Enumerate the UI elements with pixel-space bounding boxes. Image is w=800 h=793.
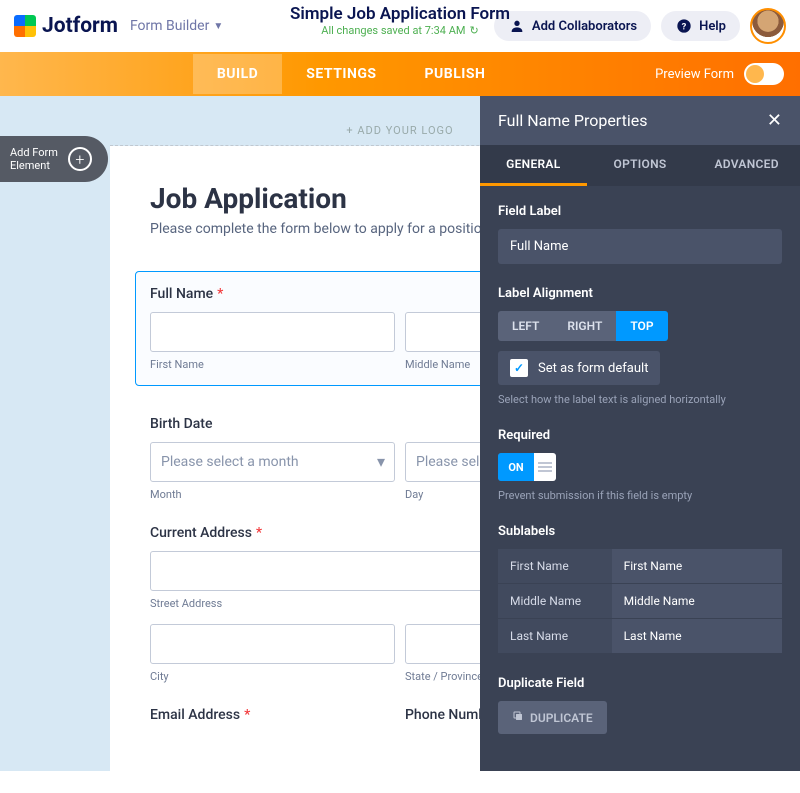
first-name-input[interactable] [150, 312, 395, 352]
add-collaborators-button[interactable]: Add Collaborators [494, 11, 651, 41]
main-tabs: BUILD SETTINGS PUBLISH [193, 54, 510, 94]
ptab-general[interactable]: GENERAL [480, 145, 587, 186]
save-status: All changes saved at 7:34 AM ↻ [290, 24, 510, 37]
main-tab-bar: BUILD SETTINGS PUBLISH Preview Form [0, 52, 800, 96]
duplicate-icon [512, 710, 524, 725]
history-icon[interactable]: ↻ [469, 24, 478, 37]
section-sublabels: Sublabels First Name Middle Name Last Na… [498, 524, 782, 654]
add-form-element-button[interactable]: Add Form Element + [0, 136, 108, 182]
required-hint: Prevent submission if this field is empt… [498, 489, 782, 502]
align-right-button[interactable]: RIGHT [553, 311, 616, 341]
required-star: * [256, 525, 262, 541]
field-label: Email Address* [150, 707, 395, 723]
sublabel-row: Middle Name [498, 584, 782, 619]
sublabel-month: Month [150, 488, 395, 501]
tab-build[interactable]: BUILD [193, 54, 282, 94]
toggle-grip-icon [534, 453, 556, 481]
sublabel-input-middle[interactable] [624, 594, 770, 608]
preview-form-toggle[interactable]: Preview Form [655, 63, 800, 85]
field-email[interactable]: Email Address* [150, 707, 395, 733]
align-top-button[interactable]: TOP [616, 311, 667, 341]
section-required: Required ON Prevent submission if this f… [498, 428, 782, 502]
sublabel-first-name: First Name [150, 358, 395, 371]
form-builder-dropdown[interactable]: Form Builder ▼ [130, 18, 223, 34]
header-center: Simple Job Application Form All changes … [290, 4, 510, 37]
tab-publish[interactable]: PUBLISH [401, 54, 510, 94]
ptab-options[interactable]: OPTIONS [587, 145, 694, 186]
sublabel-input-first[interactable] [624, 559, 770, 573]
sublabels-table: First Name Middle Name Last Name [498, 549, 782, 654]
properties-title: Full Name Properties [498, 111, 647, 130]
brand-text: Jotform [42, 14, 118, 38]
properties-body: Field Label Label Alignment LEFT RIGHT T… [480, 186, 800, 771]
section-label-alignment: Label Alignment LEFT RIGHT TOP Set as fo… [498, 286, 782, 406]
help-button[interactable]: ? Help [661, 11, 740, 41]
toggle-switch[interactable] [744, 63, 784, 85]
sublabel-row: First Name [498, 549, 782, 584]
jotform-icon [14, 15, 36, 37]
section-duplicate: Duplicate Field DUPLICATE [498, 676, 782, 734]
alignment-segmented: LEFT RIGHT TOP [498, 311, 782, 341]
top-right-actions: Add Collaborators ? Help [494, 8, 786, 44]
chevron-down-icon: ▼ [213, 21, 223, 32]
properties-tabs: GENERAL OPTIONS ADVANCED [480, 145, 800, 186]
section-field-label: Field Label [498, 204, 782, 264]
align-left-button[interactable]: LEFT [498, 311, 553, 341]
field-label-input[interactable] [498, 229, 782, 264]
duplicate-button[interactable]: DUPLICATE [498, 701, 607, 734]
properties-header: Full Name Properties ✕ [480, 96, 800, 145]
tab-settings[interactable]: SETTINGS [282, 54, 400, 94]
preview-label: Preview Form [655, 67, 734, 82]
alignment-hint: Select how the label text is aligned hor… [498, 393, 782, 406]
set-default-checkbox-row[interactable]: Set as form default [498, 351, 660, 385]
required-star: * [217, 286, 223, 302]
sublabel-city: City [150, 670, 395, 683]
question-icon: ? [675, 17, 693, 35]
canvas: Add Form Element + + ADD YOUR LOGO Job A… [0, 96, 800, 771]
form-title[interactable]: Simple Job Application Form [290, 4, 510, 24]
sublabel-input-last[interactable] [624, 629, 770, 643]
avatar[interactable] [750, 8, 786, 44]
required-toggle[interactable]: ON [498, 453, 556, 481]
svg-text:?: ? [682, 21, 687, 32]
checkbox-icon [510, 359, 528, 377]
month-select[interactable]: Please select a month [150, 442, 395, 482]
sublabel-row: Last Name [498, 619, 782, 654]
properties-panel: Full Name Properties ✕ GENERAL OPTIONS A… [480, 96, 800, 771]
form-builder-label: Form Builder [130, 18, 209, 34]
close-icon[interactable]: ✕ [767, 110, 782, 131]
person-icon [508, 17, 526, 35]
brand-logo[interactable]: Jotform [14, 14, 118, 38]
plus-icon: + [68, 147, 92, 171]
ptab-advanced[interactable]: ADVANCED [693, 145, 800, 186]
city-input[interactable] [150, 624, 395, 664]
top-bar: Jotform Form Builder ▼ Simple Job Applic… [0, 0, 800, 52]
